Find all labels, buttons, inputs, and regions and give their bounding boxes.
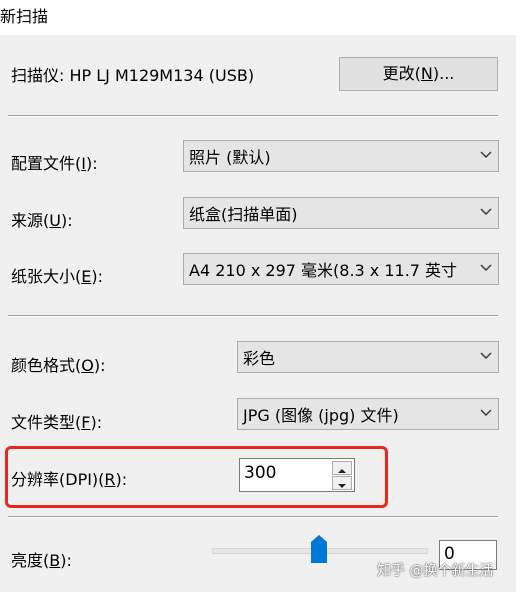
chevron-down-icon <box>480 352 492 359</box>
source-label: 来源(U): <box>11 211 73 230</box>
separator <box>8 516 498 518</box>
paper-size-value: A4 210 x 297 毫米(8.3 x 11.7 英寸 <box>189 261 458 280</box>
chevron-down-icon <box>480 208 492 215</box>
spin-up-button[interactable] <box>332 461 352 475</box>
triangle-down-icon <box>338 484 346 488</box>
scanner-label: 扫描仪: HP LJ M129M134 (USB) <box>11 66 255 85</box>
color-format-label: 颜色格式(O): <box>11 356 106 375</box>
brightness-label: 亮度(B): <box>11 551 72 570</box>
separator <box>8 315 498 317</box>
file-type-select[interactable]: JPG (图像 (jpg) 文件) <box>237 398 499 430</box>
paper-size-label: 纸张大小(E): <box>11 267 103 286</box>
file-type-label: 文件类型(F): <box>11 413 103 432</box>
brightness-slider-thumb[interactable] <box>311 535 327 563</box>
resolution-spinbox[interactable]: 300 <box>239 458 355 492</box>
chevron-down-icon <box>480 409 492 416</box>
spin-down-button[interactable] <box>332 476 352 490</box>
profile-label: 配置文件(I): <box>11 154 98 173</box>
profile-select[interactable]: 照片 (默认) <box>183 140 499 172</box>
file-type-value: JPG (图像 (jpg) 文件) <box>243 406 399 425</box>
resolution-label: 分辨率(DPI)(R): <box>11 470 128 489</box>
color-format-select[interactable]: 彩色 <box>237 341 499 373</box>
separator <box>8 115 498 117</box>
source-select[interactable]: 纸盒(扫描单面) <box>183 197 499 229</box>
profile-value: 照片 (默认) <box>189 148 271 167</box>
paper-size-select[interactable]: A4 210 x 297 毫米(8.3 x 11.7 英寸 <box>183 253 499 285</box>
source-value: 纸盒(扫描单面) <box>189 205 298 224</box>
resolution-value[interactable]: 300 <box>244 463 276 483</box>
change-scanner-button[interactable]: 更改(N)... <box>339 57 498 91</box>
color-format-value: 彩色 <box>243 349 276 368</box>
chevron-down-icon <box>479 262 493 274</box>
chevron-down-icon <box>480 151 492 158</box>
title-bar: 新扫描 <box>0 0 516 35</box>
window-title: 新扫描 <box>0 7 49 26</box>
watermark-text: 知乎 @换个新生活 <box>377 563 494 579</box>
